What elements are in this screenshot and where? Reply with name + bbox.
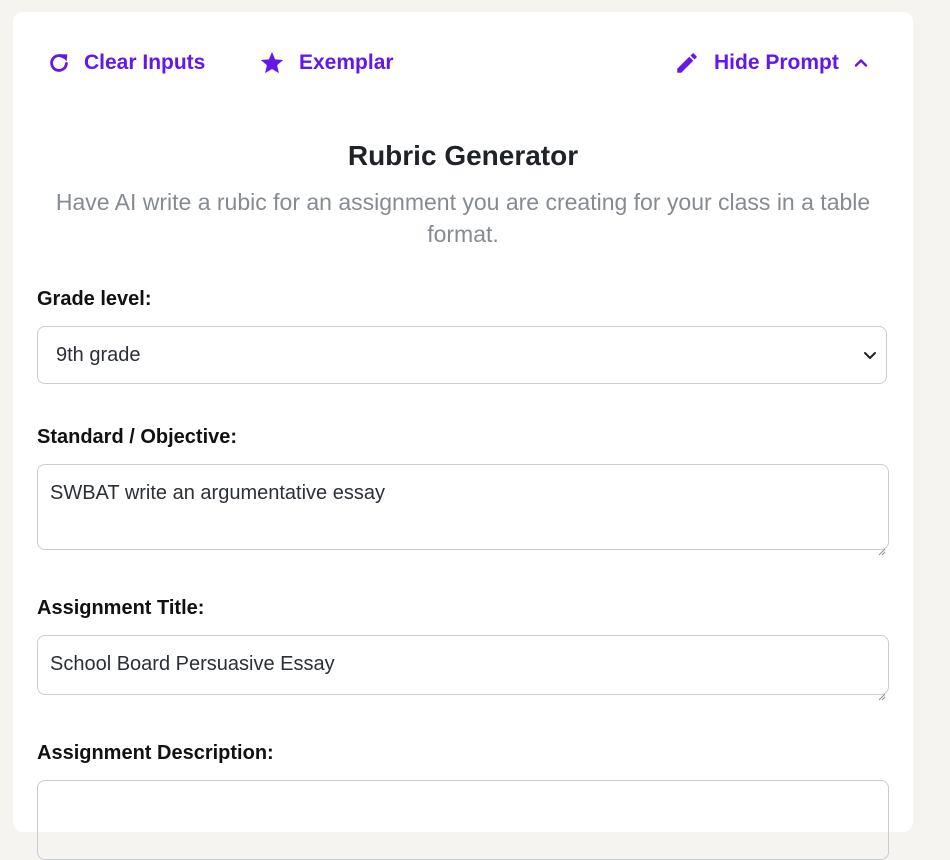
pencil-icon [674, 50, 700, 76]
grade-level-label: Grade level: [37, 288, 152, 310]
standard-objective-field[interactable]: SWBAT write an argumentative essay [37, 464, 889, 556]
assignment-description-label: Assignment Description: [37, 742, 274, 764]
rubric-generator-card: Clear Inputs Exemplar Hide Prompt Rubric… [13, 12, 913, 860]
hide-prompt-button[interactable]: Hide Prompt [674, 50, 869, 76]
toolbar: Clear Inputs Exemplar Hide Prompt [13, 12, 913, 112]
tool-title: Rubric Generator [347, 140, 579, 171]
refresh-icon [46, 50, 72, 76]
exemplar-label: Exemplar [299, 51, 394, 74]
chevron-up-icon [853, 55, 869, 71]
assignment-description-field[interactable] [37, 780, 889, 860]
exemplar-button[interactable]: Exemplar [259, 50, 394, 76]
clear-inputs-label: Clear Inputs [84, 51, 206, 74]
assignment-title-field[interactable]: School Board Persuasive Essay [37, 635, 889, 701]
standard-objective-label: Standard / Objective: [37, 426, 238, 448]
resize-handle-icon[interactable] [878, 539, 886, 556]
hide-prompt-label: Hide Prompt [714, 51, 839, 74]
standard-objective-value: SWBAT write an argumentative essay [50, 482, 385, 504]
tool-description: Have AI write a rubic for an assignment … [55, 189, 871, 247]
grade-level-select[interactable]: 9th grade [37, 326, 887, 384]
assignment-title-label: Assignment Title: [37, 597, 205, 619]
chevron-down-icon [862, 347, 878, 363]
clear-inputs-button[interactable]: Clear Inputs [46, 50, 205, 76]
assignment-title-value: School Board Persuasive Essay [50, 653, 335, 675]
star-icon [259, 50, 285, 76]
grade-level-value: 9th grade [56, 343, 141, 366]
resize-handle-icon[interactable] [878, 684, 886, 701]
